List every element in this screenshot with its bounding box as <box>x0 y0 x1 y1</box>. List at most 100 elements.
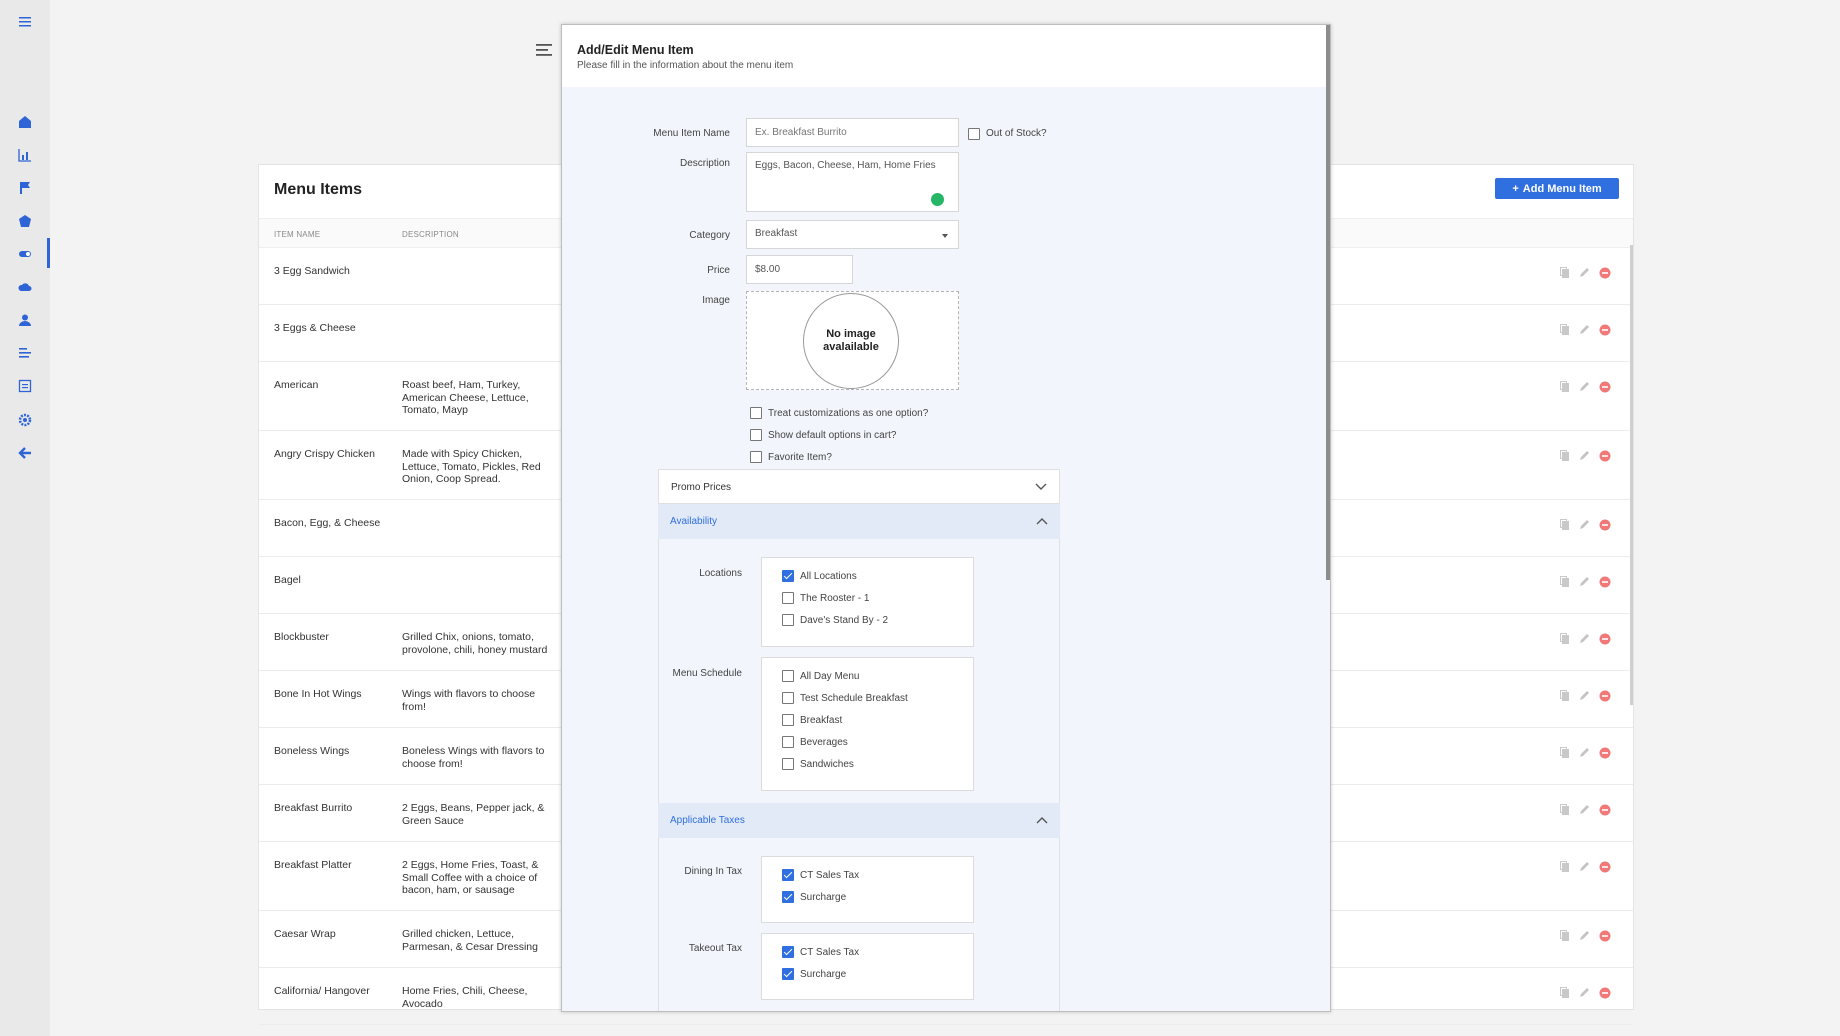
edit-icon[interactable] <box>1578 449 1591 462</box>
edit-icon[interactable] <box>1578 689 1591 702</box>
edit-icon[interactable] <box>1578 323 1591 336</box>
location-checkbox[interactable] <box>782 614 794 626</box>
takeout-tax-panel <box>761 933 974 1000</box>
gear-icon[interactable] <box>17 412 33 428</box>
hamburger-icon[interactable] <box>17 14 33 30</box>
delete-icon[interactable] <box>1599 804 1611 816</box>
delete-icon[interactable] <box>1599 450 1611 462</box>
item-name: Caesar Wrap <box>274 928 336 940</box>
edit-icon[interactable] <box>1578 803 1591 816</box>
delete-icon[interactable] <box>1599 861 1611 873</box>
item-name: Blockbuster <box>274 631 329 643</box>
applicable-taxes-accordion[interactable]: Applicable Taxes <box>658 803 1060 838</box>
edit-icon[interactable] <box>1578 746 1591 759</box>
image-label: Image <box>702 295 730 306</box>
price-input[interactable] <box>746 255 853 284</box>
user-icon[interactable] <box>17 312 33 328</box>
delete-icon[interactable] <box>1599 747 1611 759</box>
copy-icon[interactable] <box>1560 380 1570 393</box>
item-name: American <box>274 379 319 391</box>
dining-tax-checkbox[interactable] <box>782 869 794 881</box>
copy-icon[interactable] <box>1560 575 1570 588</box>
copy-icon[interactable] <box>1560 518 1570 531</box>
delete-icon[interactable] <box>1599 690 1611 702</box>
list-icon[interactable] <box>17 345 33 361</box>
availability-accordion[interactable]: Availability <box>658 504 1060 539</box>
back-arrow-icon[interactable] <box>17 445 33 461</box>
delete-icon[interactable] <box>1599 519 1611 531</box>
delete-icon[interactable] <box>1599 576 1611 588</box>
grammar-check-icon[interactable] <box>931 193 944 206</box>
edit-icon[interactable] <box>1578 632 1591 645</box>
delete-icon[interactable] <box>1599 267 1611 279</box>
row-actions <box>1560 632 1611 645</box>
menu-item-name-label: Menu Item Name <box>653 128 730 139</box>
edit-icon[interactable] <box>1578 380 1591 393</box>
cloud-icon[interactable] <box>17 279 33 295</box>
menu-item-name-input[interactable] <box>746 118 959 147</box>
pentagon-icon[interactable] <box>17 213 33 229</box>
menu-schedule-checkbox[interactable] <box>782 736 794 748</box>
copy-icon[interactable] <box>1560 449 1570 462</box>
edit-icon[interactable] <box>1578 575 1591 588</box>
edit-icon[interactable] <box>1578 266 1591 279</box>
edit-icon[interactable] <box>1578 860 1591 873</box>
no-image-placeholder: No image avalailable <box>803 293 899 389</box>
promo-prices-label: Promo Prices <box>671 482 732 493</box>
table-scrollbar[interactable] <box>1630 245 1633 705</box>
menu-schedule-checkbox[interactable] <box>782 714 794 726</box>
form-icon[interactable] <box>17 378 33 394</box>
edit-icon[interactable] <box>1578 929 1591 942</box>
location-checkbox[interactable] <box>782 570 794 582</box>
item-option-checkbox[interactable] <box>750 451 762 463</box>
copy-icon[interactable] <box>1560 632 1570 645</box>
item-option-checkbox[interactable] <box>750 429 762 441</box>
row-actions <box>1560 860 1611 873</box>
description-textarea[interactable]: Eggs, Bacon, Cheese, Ham, Home Fries <box>746 152 959 212</box>
item-description: Grilled chicken, Lettuce, Parmesan, & Ce… <box>402 928 538 953</box>
copy-icon[interactable] <box>1560 323 1570 336</box>
edit-icon[interactable] <box>1578 986 1591 999</box>
promo-prices-accordion[interactable]: Promo Prices <box>658 469 1060 504</box>
flag-icon[interactable] <box>17 180 33 196</box>
copy-icon[interactable] <box>1560 266 1570 279</box>
out-of-stock-checkbox[interactable] <box>968 128 980 140</box>
menu-schedule-checkbox[interactable] <box>782 758 794 770</box>
menu-schedule-checkbox[interactable] <box>782 692 794 704</box>
image-dropzone[interactable]: No image avalailable <box>746 291 959 390</box>
toggle-icon[interactable] <box>17 246 33 262</box>
delete-icon[interactable] <box>1599 987 1611 999</box>
menu-schedule-checkbox[interactable] <box>782 670 794 682</box>
item-description: Grilled Chix, onions, tomato, provolone,… <box>402 631 548 656</box>
item-option-checkbox[interactable] <box>750 407 762 419</box>
location-checkbox[interactable] <box>782 592 794 604</box>
delete-icon[interactable] <box>1599 381 1611 393</box>
takeout-tax-checkbox[interactable] <box>782 968 794 980</box>
delete-icon[interactable] <box>1599 324 1611 336</box>
description-value: Eggs, Bacon, Cheese, Ham, Home Fries <box>755 160 936 171</box>
dining-in-tax-panel <box>761 856 974 923</box>
takeout-tax-checkbox[interactable] <box>782 946 794 958</box>
takeout-tax-label: Surcharge <box>800 969 847 980</box>
add-menu-item-button[interactable]: + Add Menu Item <box>1495 178 1619 199</box>
home-icon[interactable] <box>17 114 33 130</box>
delete-icon[interactable] <box>1599 633 1611 645</box>
modal-scrollbar[interactable] <box>1326 25 1330 580</box>
description-label: Description <box>679 158 730 169</box>
copy-icon[interactable] <box>1560 929 1570 942</box>
dining-in-tax-label: Dining In Tax <box>684 866 742 877</box>
bar-chart-icon[interactable] <box>17 147 33 163</box>
delete-icon[interactable] <box>1599 930 1611 942</box>
menu-toggle-icon[interactable] <box>536 44 552 56</box>
copy-icon[interactable] <box>1560 986 1570 999</box>
copy-icon[interactable] <box>1560 803 1570 816</box>
copy-icon[interactable] <box>1560 746 1570 759</box>
dining-tax-checkbox[interactable] <box>782 891 794 903</box>
chevron-up-icon <box>1036 817 1048 824</box>
copy-icon[interactable] <box>1560 860 1570 873</box>
sidebar-active-indicator <box>47 238 50 268</box>
item-description: Made with Spicy Chicken, Lettuce, Tomato… <box>402 448 541 485</box>
edit-icon[interactable] <box>1578 518 1591 531</box>
category-select[interactable]: Breakfast <box>746 220 959 249</box>
copy-icon[interactable] <box>1560 689 1570 702</box>
